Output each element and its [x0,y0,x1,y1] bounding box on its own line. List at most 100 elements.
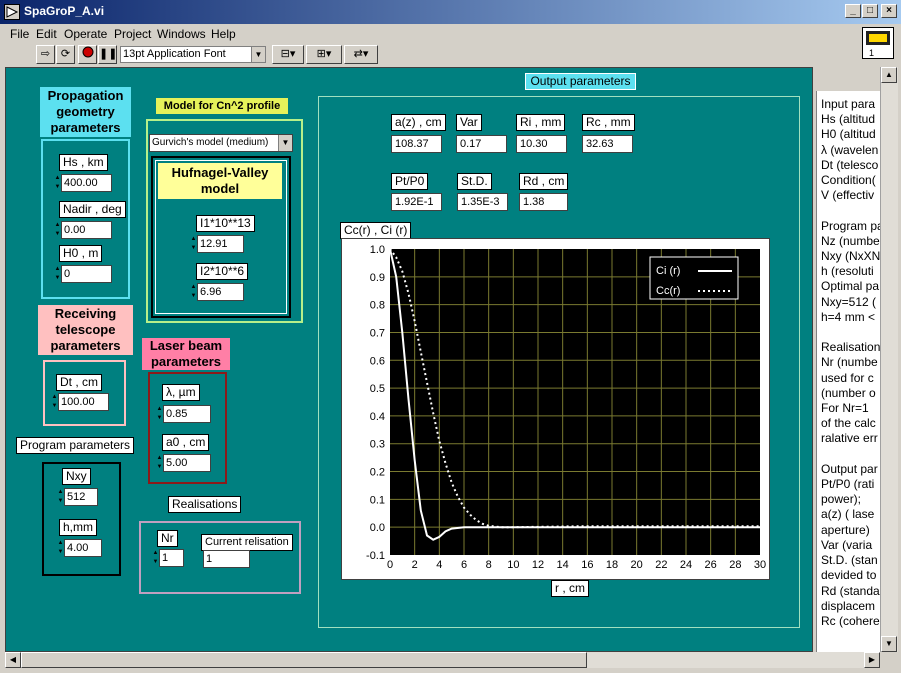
info-line: h (resoluti [821,264,874,279]
menu-project[interactable]: Project [114,27,151,41]
info-line: λ (wavelen [821,142,879,157]
propagation-title-line3: parameters [50,120,121,135]
h-input[interactable]: 4.00 [64,539,102,557]
i2-spinner[interactable]: ▲ ▼ [190,283,197,301]
hv-title-line2: model [200,181,240,196]
hs-spinner[interactable]: ▲ ▼ [54,174,61,192]
scroll-down-icon[interactable]: ▼ [881,636,897,652]
lambda-spinner[interactable]: ▲ ▼ [156,405,163,423]
maximize-button[interactable]: □ [862,4,878,18]
x-tick-label: 26 [705,559,717,571]
y-tick-label: 0.1 [370,494,385,506]
info-line: displacem [821,598,876,613]
minimize-button[interactable]: _ [845,4,861,18]
horizontal-scrollbar[interactable]: ◀ ▶ [5,652,880,668]
nadir-spinner[interactable]: ▲ ▼ [54,221,61,239]
info-line: Pt/P0 (rati [821,477,875,492]
font-select[interactable]: 13pt Application Font ▼ [120,46,266,63]
chevron-down-icon[interactable]: ▼ [251,47,265,62]
info-line: Nz (numbe [821,233,880,248]
cn2-title: Model for Cn^2 profile [156,98,288,114]
info-line: (number o [821,385,876,400]
info-line: a(z) ( lase [821,507,875,522]
y-tick-label: 0.6 [370,355,385,367]
info-line: V (effectiv [821,188,875,203]
telescope-title-line3: parameters [50,338,121,353]
var-value: 0.17 [456,135,507,153]
info-line: of the calc [821,416,876,431]
info-panel[interactable]: Input para Hs (altitud H0 (altitud λ (wavel… [816,91,888,652]
nxy-spinner[interactable]: ▲ ▼ [57,488,64,506]
correlation-chart[interactable]: 0 2 4 6 8 10 12 14 16 18 20 22 24 26 28 301.00.90.80.70… [341,238,770,580]
x-tick-label: 8 [486,559,492,571]
nr-spinner[interactable]: ▲ ▼ [152,549,159,567]
window-title: SpaGroP_A.vi [24,4,105,18]
ptp0-value: 1.92E-1 [391,193,442,211]
y-tick-label: -0.1 [366,550,385,562]
nxy-input[interactable]: 512 [64,488,98,506]
dt-label: Dt , cm [56,374,102,391]
run-continuously-icon[interactable]: ⟳ [56,45,75,64]
font-select-value: 13pt Application Font [123,48,226,60]
scroll-up-icon[interactable]: ▲ [881,67,897,83]
y-tick-label: 0.0 [370,522,385,534]
dt-input[interactable]: 100.00 [58,393,109,411]
vi-connector-icon[interactable]: 1 [862,27,894,59]
distribute-objects-icon[interactable]: ⊞▾ [306,45,342,64]
nadir-input[interactable]: 0.00 [61,221,112,239]
pause-icon[interactable]: ❚❚ [98,45,117,64]
lambda-input[interactable]: 0.85 [163,405,211,423]
i2-input[interactable]: 6.96 [197,283,244,301]
scroll-right-icon[interactable]: ▶ [864,652,880,668]
menu-help[interactable]: Help [211,27,236,41]
cn2-model-select[interactable]: Gurvich's model (medium) ▼ [149,134,293,152]
h-spinner[interactable]: ▲ ▼ [57,539,64,557]
dt-spinner[interactable]: ▲ ▼ [51,393,58,411]
close-button[interactable]: × [881,4,897,18]
y-tick-label: 0.3 [370,439,385,451]
i1-input[interactable]: 12.91 [197,235,244,253]
x-tick-label: 18 [606,559,618,571]
h0-input[interactable]: 0 [61,265,112,283]
current-realisation-value: 1 [203,550,250,568]
h-label: h,mm [59,519,97,536]
menu-windows[interactable]: Windows [157,27,206,41]
info-line: St.D. (stan [821,553,878,568]
realisations-title: Realisations [168,496,242,513]
info-line: h=4 mm < [821,309,876,324]
menu-file[interactable]: File [10,27,29,41]
labview-app-icon [4,4,20,20]
align-objects-icon[interactable]: ⊟▾ [272,45,304,64]
abort-icon[interactable] [78,45,97,64]
telescope-title-line1: Receiving [54,306,117,321]
menu-operate[interactable]: Operate [64,27,107,41]
a0-input[interactable]: 5.00 [163,454,211,472]
menu-edit[interactable]: Edit [36,27,57,41]
x-tick-label: 20 [631,559,643,571]
ptp0-label: Pt/P0 [391,173,429,190]
x-tick-label: 6 [461,559,467,571]
propagation-title-line1: Propagation [47,88,124,103]
i1-spinner[interactable]: ▲ ▼ [190,235,197,253]
reorder-icon[interactable]: ⇄▾ [344,45,378,64]
scroll-left-icon[interactable]: ◀ [5,652,21,668]
info-line: H0 (altitud [821,127,876,142]
vertical-scrollbar[interactable]: ▲ ▼ [880,67,898,652]
y-tick-label: 1.0 [370,244,385,256]
hv-title: Hufnagel-Valley model [158,163,282,199]
laser-title-line2: parameters [150,354,222,369]
y-tick-label: 0.8 [370,300,385,312]
run-arrow-icon[interactable]: ⇨ [36,45,55,64]
info-line: Nr (numbe [821,355,878,370]
nr-input[interactable]: 1 [159,549,184,567]
y-tick-label: 0.4 [370,411,385,423]
nxy-label: Nxy [62,468,91,485]
chevron-down-icon[interactable]: ▼ [278,135,292,151]
h0-spinner[interactable]: ▲ ▼ [54,265,61,283]
rd-value: 1.38 [519,193,568,211]
a0-spinner[interactable]: ▲ ▼ [156,454,163,472]
hs-input[interactable]: 400.00 [61,174,112,192]
rd-label: Rd , cm [519,173,569,190]
resize-grip[interactable] [880,652,898,668]
scroll-thumb[interactable] [21,652,587,668]
